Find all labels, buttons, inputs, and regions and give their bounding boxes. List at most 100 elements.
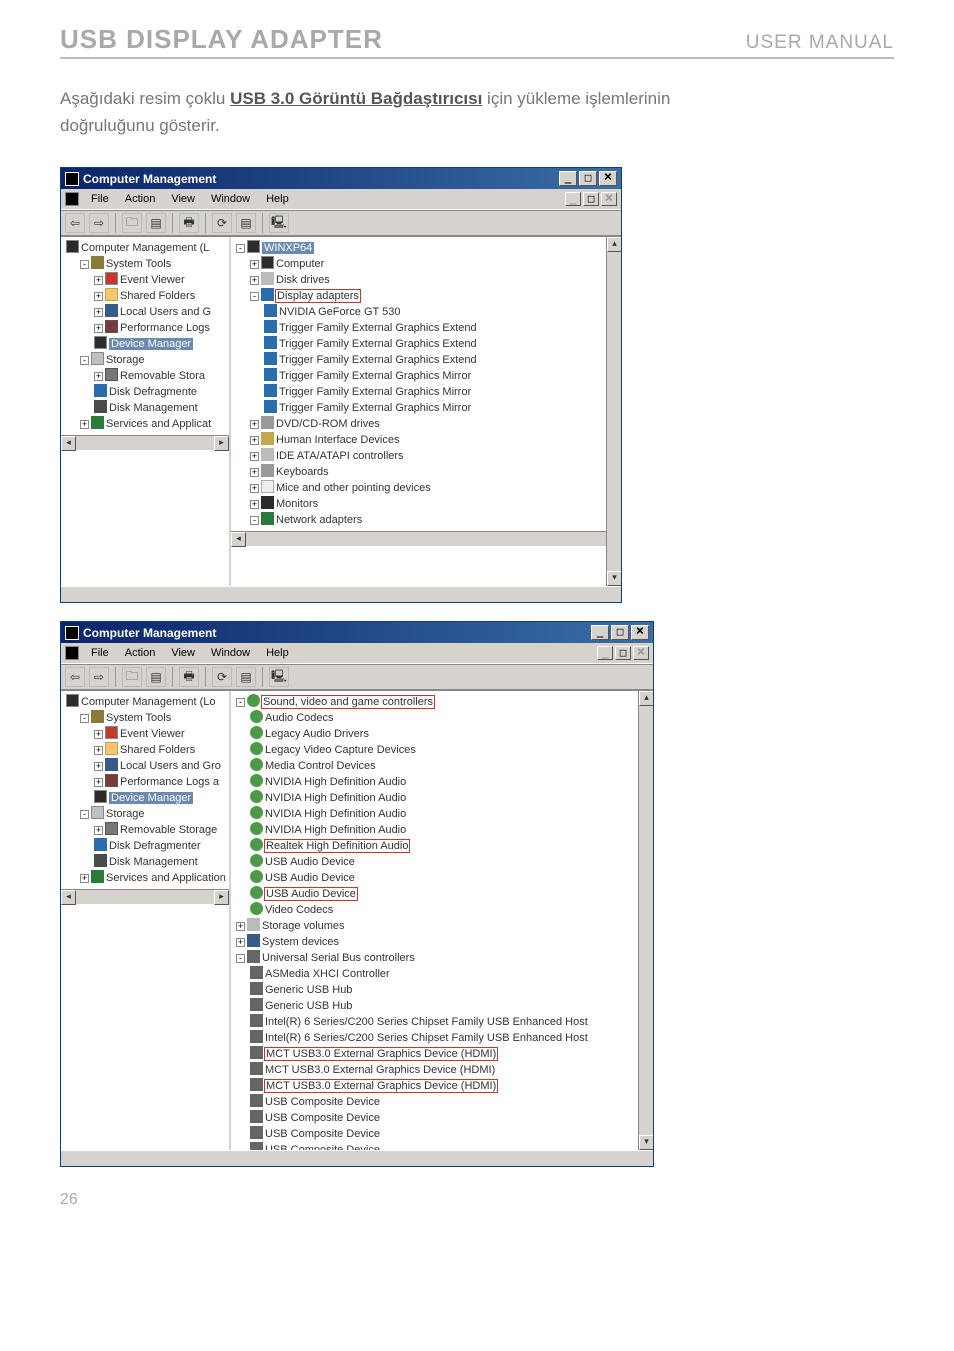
- right-v-scroll[interactable]: ▴▾: [638, 691, 653, 1150]
- close-button[interactable]: [631, 625, 649, 640]
- tree-removable[interactable]: Removable Stora: [120, 370, 205, 382]
- sound-item[interactable]: Legacy Audio Drivers: [265, 728, 369, 740]
- tree-disk-drives[interactable]: Disk drives: [276, 274, 330, 286]
- tree-storage-vol[interactable]: Storage volumes: [262, 920, 345, 932]
- collapse-icon[interactable]: -: [236, 244, 245, 253]
- da-item[interactable]: Trigger Family External Graphics Mirror: [279, 370, 471, 382]
- menu-window[interactable]: Window: [203, 191, 258, 207]
- collapse-icon[interactable]: -: [236, 698, 245, 707]
- tree-hid[interactable]: Human Interface Devices: [276, 434, 400, 446]
- usb-item[interactable]: MCT USB3.0 External Graphics Device (HDM…: [265, 1064, 495, 1076]
- print-icon[interactable]: 🖶: [179, 213, 199, 233]
- tree-monitors[interactable]: Monitors: [276, 498, 318, 510]
- print-icon[interactable]: 🖶: [179, 667, 199, 687]
- expand-icon[interactable]: +: [94, 324, 103, 333]
- da-item[interactable]: Trigger Family External Graphics Extend: [279, 322, 477, 334]
- show-hide-icon[interactable]: ▤: [146, 213, 166, 233]
- left-h-scroll[interactable]: ◂▸: [61, 889, 229, 904]
- mdi-restore-button[interactable]: [615, 646, 631, 660]
- sound-item[interactable]: NVIDIA High Definition Audio: [265, 824, 406, 836]
- mdi-close-button[interactable]: [601, 192, 617, 206]
- tree-disk-mgmt[interactable]: Disk Management: [109, 402, 198, 414]
- usb-item[interactable]: Generic USB Hub: [265, 984, 352, 996]
- titlebar[interactable]: Computer Management: [61, 168, 621, 189]
- tree-system-tools[interactable]: System Tools: [106, 712, 171, 724]
- minimize-button[interactable]: [591, 625, 609, 640]
- usb-item[interactable]: USB Composite Device: [265, 1144, 380, 1150]
- tree-local-users[interactable]: Local Users and G: [120, 306, 211, 318]
- restore-button[interactable]: [611, 625, 629, 640]
- properties-icon[interactable]: ▤: [236, 667, 256, 687]
- da-item[interactable]: Trigger Family External Graphics Extend: [279, 354, 477, 366]
- tree-storage[interactable]: Storage: [106, 808, 145, 820]
- sound-item[interactable]: NVIDIA High Definition Audio: [265, 792, 406, 804]
- sound-item[interactable]: Video Codecs: [265, 904, 333, 916]
- mdi-minimize-button[interactable]: [597, 646, 613, 660]
- tree-services[interactable]: Services and Applicat: [106, 418, 211, 430]
- sound-item[interactable]: NVIDIA High Definition Audio: [265, 808, 406, 820]
- expand-icon[interactable]: +: [80, 420, 89, 429]
- tree-dvd[interactable]: DVD/CD-ROM drives: [276, 418, 380, 430]
- menu-action[interactable]: Action: [117, 191, 164, 207]
- tree-services[interactable]: Services and Application: [106, 872, 226, 884]
- show-hide-icon[interactable]: ▤: [146, 667, 166, 687]
- expand-icon[interactable]: +: [80, 874, 89, 883]
- expand-icon[interactable]: +: [250, 436, 259, 445]
- titlebar[interactable]: Computer Management: [61, 622, 653, 643]
- refresh-icon[interactable]: ⟳: [212, 667, 232, 687]
- menu-help[interactable]: Help: [258, 645, 297, 661]
- menu-help[interactable]: Help: [258, 191, 297, 207]
- tree-root[interactable]: Computer Management (L: [81, 242, 209, 254]
- usb-item[interactable]: ASMedia XHCI Controller: [265, 968, 390, 980]
- forward-icon[interactable]: ⇨: [89, 213, 109, 233]
- usb-item[interactable]: Intel(R) 6 Series/C200 Series Chipset Fa…: [265, 1016, 588, 1028]
- up-level-icon[interactable]: 🗀: [122, 667, 142, 687]
- left-tree-pane[interactable]: Computer Management (L -System Tools +Ev…: [61, 237, 231, 586]
- tree-sound[interactable]: Sound, video and game controllers: [262, 696, 434, 708]
- right-tree-pane[interactable]: -WINXP64 +Computer +Disk drives -Display…: [231, 237, 621, 586]
- tree-root-machine[interactable]: WINXP64: [262, 242, 314, 254]
- tree-defrag[interactable]: Disk Defragmenter: [109, 840, 201, 852]
- tree-device-manager[interactable]: Device Manager: [109, 792, 193, 804]
- right-tree-pane[interactable]: -Sound, video and game controllers Audio…: [231, 691, 653, 1150]
- menu-file[interactable]: File: [83, 191, 117, 207]
- properties-icon[interactable]: ▤: [236, 213, 256, 233]
- minimize-button[interactable]: [559, 171, 577, 186]
- usb-item[interactable]: USB Composite Device: [265, 1112, 380, 1124]
- tree-keyboards[interactable]: Keyboards: [276, 466, 329, 478]
- scan-icon[interactable]: 🖳: [269, 213, 289, 233]
- sound-item[interactable]: USB Audio Device: [265, 856, 355, 868]
- mdi-close-button[interactable]: [633, 646, 649, 660]
- usb-item[interactable]: USB Composite Device: [265, 1128, 380, 1140]
- tree-disk-mgmt[interactable]: Disk Management: [109, 856, 198, 868]
- back-icon[interactable]: ⇦: [65, 213, 85, 233]
- expand-icon[interactable]: +: [94, 746, 103, 755]
- da-item[interactable]: Trigger Family External Graphics Mirror: [279, 386, 471, 398]
- collapse-icon[interactable]: -: [250, 516, 259, 525]
- expand-icon[interactable]: +: [94, 308, 103, 317]
- mdi-minimize-button[interactable]: [565, 192, 581, 206]
- menu-view[interactable]: View: [163, 191, 203, 207]
- tree-usb[interactable]: Universal Serial Bus controllers: [262, 952, 415, 964]
- usb-item[interactable]: USB Composite Device: [265, 1096, 380, 1108]
- right-v-scroll[interactable]: ▴▾: [606, 237, 621, 586]
- collapse-icon[interactable]: -: [80, 260, 89, 269]
- tree-shared-folders[interactable]: Shared Folders: [120, 290, 195, 302]
- tree-perf-logs[interactable]: Performance Logs a: [120, 776, 219, 788]
- menu-window[interactable]: Window: [203, 645, 258, 661]
- tree-display-adapters[interactable]: Display adapters: [276, 290, 360, 302]
- expand-icon[interactable]: +: [250, 260, 259, 269]
- usb-item[interactable]: MCT USB3.0 External Graphics Device (HDM…: [265, 1080, 497, 1092]
- left-h-scroll[interactable]: ◂▸: [61, 435, 229, 450]
- back-icon[interactable]: ⇦: [65, 667, 85, 687]
- tree-event-viewer[interactable]: Event Viewer: [120, 274, 185, 286]
- tree-root[interactable]: Computer Management (Lo: [81, 696, 216, 708]
- tree-network[interactable]: Network adapters: [276, 514, 362, 526]
- sound-item[interactable]: USB Audio Device: [265, 888, 357, 900]
- expand-icon[interactable]: +: [250, 276, 259, 285]
- sound-item[interactable]: Media Control Devices: [265, 760, 376, 772]
- expand-icon[interactable]: +: [94, 292, 103, 301]
- expand-icon[interactable]: +: [236, 922, 245, 931]
- left-tree-pane[interactable]: Computer Management (Lo -System Tools +E…: [61, 691, 231, 1150]
- tree-perf-logs[interactable]: Performance Logs: [120, 322, 210, 334]
